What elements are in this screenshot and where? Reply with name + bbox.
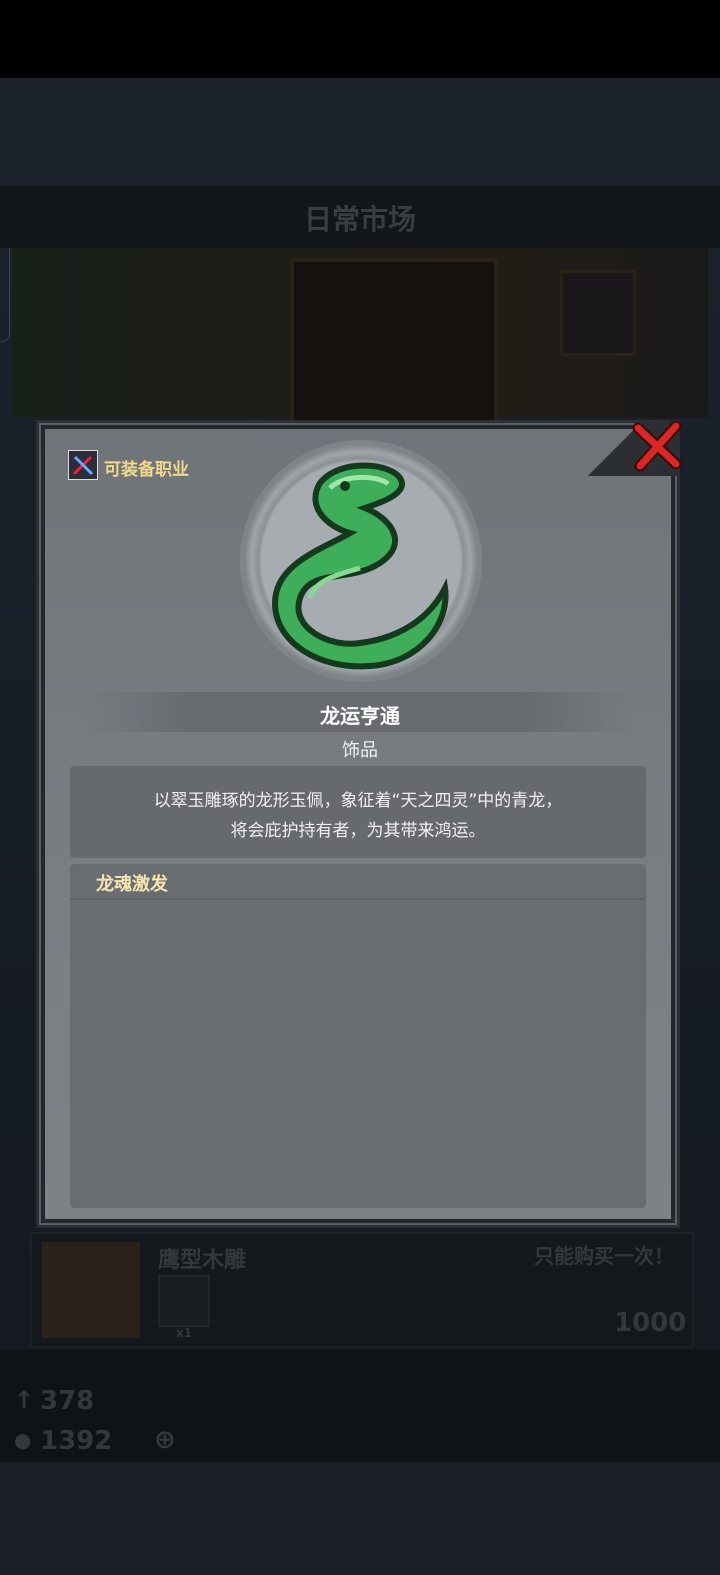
shop-item-name: 鹰型木雕 xyxy=(158,1248,247,1273)
item-name: 龙运亨通 xyxy=(320,704,400,728)
description-box xyxy=(70,766,646,858)
jade-dragon-pendant xyxy=(271,462,449,670)
equip-class-label[interactable]: 可装备职业 xyxy=(104,455,189,480)
shop-price: 1000 xyxy=(614,1308,687,1338)
background-title: 日常市场 xyxy=(303,203,416,236)
skill-title: 龙魂激发 xyxy=(96,874,168,895)
stat-bottom: 1392 xyxy=(40,1426,113,1456)
close-icon xyxy=(632,420,682,472)
bottom-bar xyxy=(0,1462,720,1575)
status-bar xyxy=(0,0,720,78)
shop-item-small-icon xyxy=(158,1275,210,1327)
shop-item-thumbnail xyxy=(42,1242,140,1338)
coin-icon: ● xyxy=(14,1428,32,1452)
plus-icon[interactable]: ⊕ xyxy=(154,1425,176,1455)
market-window xyxy=(560,270,636,356)
description-line-1: 以翠玉雕琢的龙形玉佩，象征着“天之四灵”中的青龙， xyxy=(153,791,563,811)
class-icon[interactable] xyxy=(68,450,98,480)
item-type: 饰品 xyxy=(342,740,378,761)
stat-top: 378 xyxy=(40,1386,95,1416)
shop-item-count: x1 xyxy=(176,1326,193,1340)
close-button[interactable] xyxy=(628,418,686,476)
market-door xyxy=(290,258,498,422)
description-line-2: 将会庇护持有者，为其带来鸿运。 xyxy=(230,821,486,841)
shop-limit-note: 只能购买一次！ xyxy=(534,1244,674,1268)
arrow-icon: ↑ xyxy=(14,1386,35,1414)
skill-panel xyxy=(70,864,646,1208)
